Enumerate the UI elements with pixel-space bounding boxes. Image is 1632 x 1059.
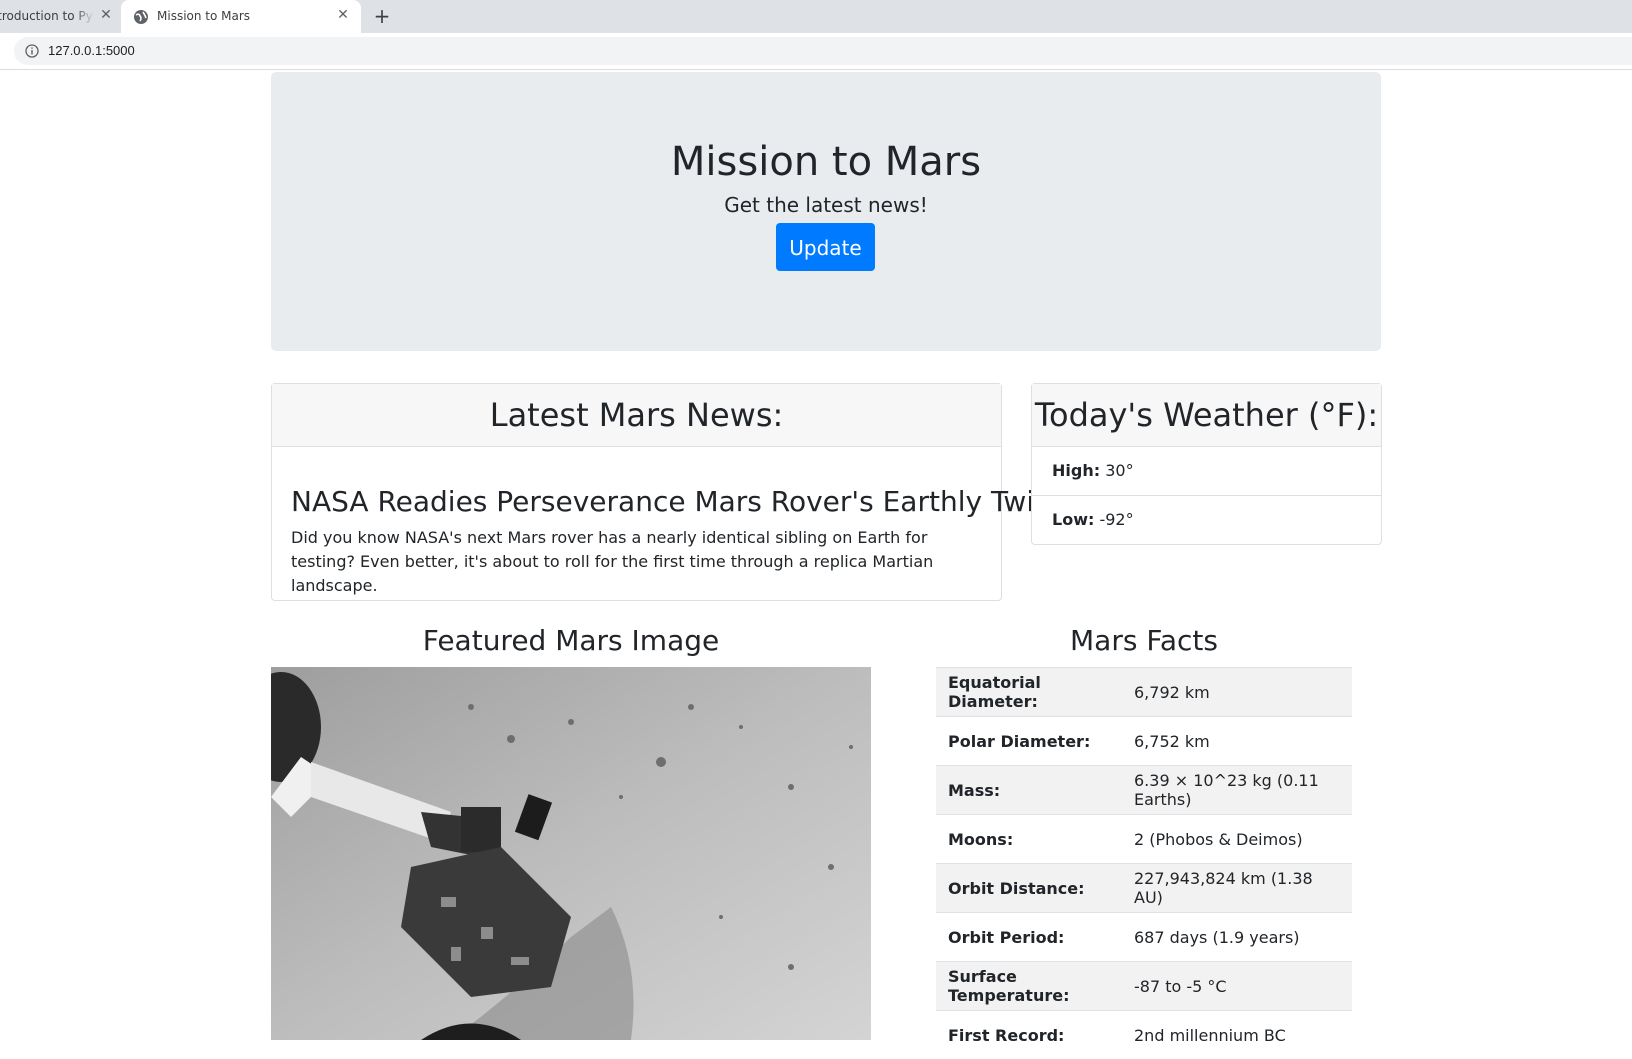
table-row: Polar Diameter:6,752 km <box>936 717 1352 766</box>
new-tab-button[interactable]: + <box>372 6 392 26</box>
jumbotron: Mission to Mars Get the latest news! <box>271 72 1381 351</box>
weather-low-value: -92° <box>1099 510 1133 529</box>
update-button[interactable]: Update <box>776 223 875 271</box>
news-header: Latest Mars News: <box>272 384 1001 447</box>
fact-value: 6.39 × 10^23 kg (0.11 Earths) <box>1122 766 1352 815</box>
fact-value: 2nd millennium BC <box>1122 1011 1352 1059</box>
table-row: Surface Temperature:-87 to -5 °C <box>936 962 1352 1011</box>
mars-facts-heading: Mars Facts <box>936 624 1352 657</box>
fact-value: 227,943,824 km (1.38 AU) <box>1122 864 1352 913</box>
fact-label: Surface Temperature: <box>936 962 1122 1011</box>
fact-label: First Record: <box>936 1011 1122 1059</box>
table-row: Equatorial Diameter:6,792 km <box>936 668 1352 717</box>
tab-title: Mission to Mars <box>157 9 250 23</box>
table-row: First Record:2nd millennium BC <box>936 1011 1352 1059</box>
fact-label: Moons: <box>936 815 1122 864</box>
lead-text: Get the latest news! <box>271 193 1381 217</box>
news-body: Did you know NASA's next Mars rover has … <box>291 526 971 598</box>
address-bar[interactable]: 127.0.0.1:5000 <box>14 37 1632 65</box>
weather-card: Today's Weather (°F): High: 30° Low: -92… <box>1031 383 1382 545</box>
fact-label: Orbit Period: <box>936 913 1122 962</box>
browser-toolbar: 127.0.0.1:5000 <box>0 33 1632 70</box>
news-title: NASA Readies Perseverance Mars Rover's E… <box>291 485 1052 518</box>
weather-high-value: 30° <box>1105 461 1133 480</box>
url-text[interactable]: 127.0.0.1:5000 <box>48 43 135 58</box>
close-icon[interactable]: ✕ <box>98 7 114 23</box>
table-row: Mass:6.39 × 10^23 kg (0.11 Earths) <box>936 766 1352 815</box>
tab-title: Introduction to Python <box>0 9 94 23</box>
table-row: Orbit Period:687 days (1.9 years) <box>936 913 1352 962</box>
weather-header: Today's Weather (°F): <box>1032 384 1381 447</box>
tab-strip: Introduction to Python ✕ Mission to Mars… <box>0 0 1632 33</box>
globe-icon <box>133 9 149 25</box>
tab-mission-to-mars[interactable]: Mission to Mars ✕ <box>121 0 361 33</box>
fact-value: 687 days (1.9 years) <box>1122 913 1352 962</box>
fact-label: Polar Diameter: <box>936 717 1122 766</box>
fact-label: Mass: <box>936 766 1122 815</box>
weather-low-label: Low: <box>1052 510 1094 529</box>
close-icon[interactable]: ✕ <box>335 7 351 23</box>
page-title: Mission to Mars <box>271 138 1381 186</box>
featured-mars-image <box>271 667 871 1040</box>
table-row: Moons:2 (Phobos & Deimos) <box>936 815 1352 864</box>
weather-high: High: 30° <box>1032 447 1381 496</box>
fact-value: 2 (Phobos & Deimos) <box>1122 815 1352 864</box>
page-content: Mission to Mars Get the latest news! Upd… <box>0 70 1632 1040</box>
table-row: Orbit Distance:227,943,824 km (1.38 AU) <box>936 864 1352 913</box>
fact-label: Orbit Distance: <box>936 864 1122 913</box>
tab-introduction-to-python[interactable]: Introduction to Python ✕ <box>0 0 118 33</box>
weather-high-label: High: <box>1052 461 1100 480</box>
weather-low: Low: -92° <box>1032 496 1381 544</box>
info-icon[interactable] <box>25 44 39 58</box>
mars-facts-table: Equatorial Diameter:6,792 km Polar Diame… <box>936 667 1352 1059</box>
fact-value: 6,752 km <box>1122 717 1352 766</box>
fact-value: -87 to -5 °C <box>1122 962 1352 1011</box>
fact-label: Equatorial Diameter: <box>936 668 1122 717</box>
fact-value: 6,792 km <box>1122 668 1352 717</box>
featured-image-heading: Featured Mars Image <box>271 624 871 657</box>
